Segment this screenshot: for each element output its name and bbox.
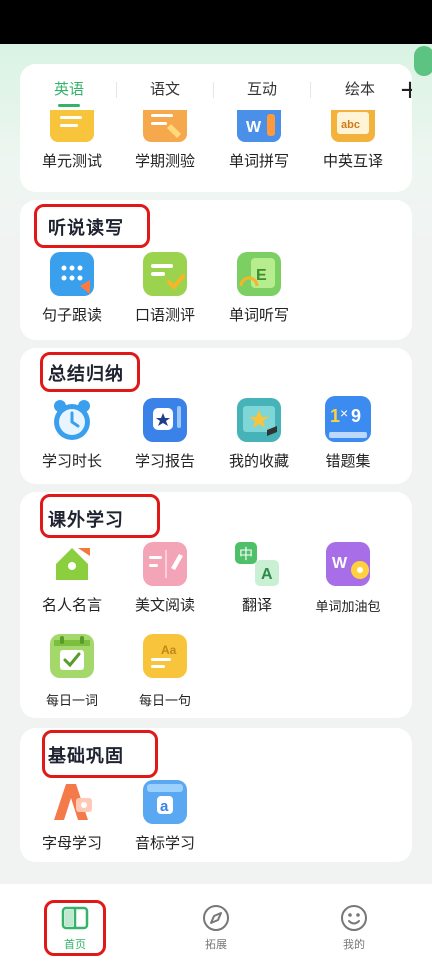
svg-text:W: W [332,555,348,572]
semester-quiz-icon [143,110,187,142]
plus-icon: + [399,75,412,105]
header-decoration [414,46,432,76]
quote-icon [50,542,94,586]
study-time-button[interactable]: 学习时长 [26,398,118,471]
svg-text:×: × [340,405,348,421]
word-dictation-icon: E [237,252,281,296]
svg-text:1: 1 [330,406,340,426]
nav-mine[interactable]: 我的 [324,904,384,952]
translate-book-icon: abc [331,110,375,142]
svg-text:abc: abc [341,119,360,131]
oral-test-icon [143,252,187,296]
book-icon [61,904,89,932]
section-title-basic: 基础巩固 [48,746,124,767]
section-title-extra: 课外学习 [48,510,124,531]
svg-text:9: 9 [351,406,361,426]
wrong-answers-button[interactable]: 1 × 9 错题集 [302,396,394,471]
section-title-listen: 听说读写 [48,218,124,239]
word-pack-button[interactable]: W 单词加油包 [300,542,396,615]
tab-divider [213,82,214,98]
report-icon [143,398,187,442]
nav-home[interactable]: 首页 [45,904,105,952]
my-collection-button[interactable]: 我的收藏 [213,398,305,471]
nav-extend[interactable]: 拓展 [186,904,246,952]
active-tab-indicator [58,104,80,107]
svg-text:Aa: Aa [161,643,177,657]
compass-icon [202,904,230,932]
svg-text:E: E [256,267,267,284]
smile-icon [340,904,368,932]
daily-sentence-icon: Aa [143,634,187,678]
oral-test-button[interactable]: 口语测评 [119,252,211,325]
study-report-button[interactable]: 学习报告 [119,398,211,471]
add-tab-button[interactable]: + [388,72,412,108]
word-dictation-button[interactable]: E 单词听写 [213,252,305,325]
translate-book-button[interactable]: abc 中英互译 [307,110,399,171]
svg-text:a: a [160,798,169,815]
tab-chinese[interactable]: 语文 [135,78,195,102]
tab-divider [310,82,311,98]
essay-reading-button[interactable]: 美文阅读 [119,542,211,615]
svg-text:中: 中 [239,547,253,563]
word-pack-icon: W [326,542,370,586]
alphabet-icon [50,780,94,824]
collection-icon [237,398,281,442]
reading-icon [143,542,187,586]
word-spelling-icon: W [237,110,281,142]
famous-quotes-button[interactable]: 名人名言 [26,542,118,615]
phonetic-icon: a [143,780,187,824]
sentence-read-button[interactable]: 句子跟读 [26,252,118,325]
svg-text:W: W [246,119,262,136]
tab-interactive[interactable]: 互动 [232,78,292,102]
unit-test-button[interactable]: 单元测试 [26,110,118,171]
sentence-read-icon [50,252,94,296]
tab-picture-book[interactable]: 绘本 [330,78,390,102]
status-bar [0,0,432,44]
tab-bar: 英语 语文 互动 绘本 + [20,64,412,112]
daily-word-icon [50,634,94,678]
daily-sentence-button[interactable]: Aa 每日一句 [119,634,211,709]
tab-english[interactable]: 英语 [42,78,96,102]
tab-divider [116,82,117,98]
word-spelling-button[interactable]: W 单词拼写 [213,110,305,171]
clock-icon [50,398,94,442]
translate-button[interactable]: 中A 翻译 [211,540,303,615]
semester-quiz-button[interactable]: 学期测验 [119,110,211,171]
translate-icon: 中A [233,540,281,588]
svg-text:A: A [261,566,273,583]
unit-test-icon [50,110,94,142]
alphabet-button[interactable]: 字母学习 [26,780,118,853]
wrong-answers-icon: 1 × 9 [325,396,371,442]
daily-word-button[interactable]: 每日一词 [26,634,118,709]
phonetic-button[interactable]: a 音标学习 [119,780,211,853]
section-title-summary: 总结归纳 [48,364,124,385]
